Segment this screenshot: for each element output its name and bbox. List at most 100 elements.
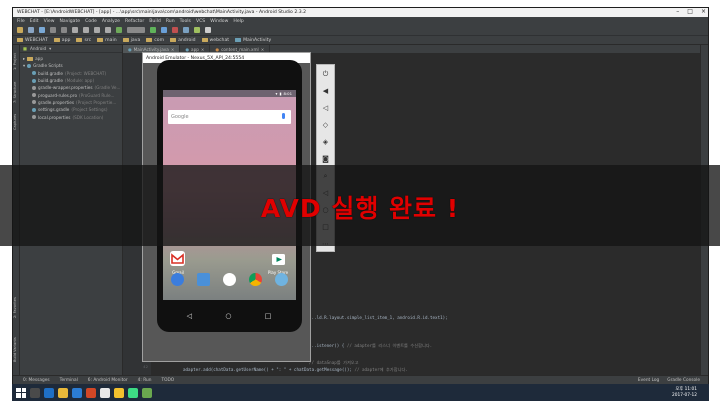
- save-icon[interactable]: [28, 27, 34, 33]
- tree-item[interactable]: build.gradle (Project: WEBCHAT): [20, 70, 122, 77]
- class-icon: ●: [128, 46, 132, 52]
- favorites-tool-tab[interactable]: 2: Favorites: [13, 295, 20, 321]
- gradle-console-tool-tab[interactable]: Gradle Console: [667, 378, 700, 383]
- project-view-selector[interactable]: ■ Android ▾: [20, 45, 122, 53]
- menu-edit[interactable]: Edit: [30, 19, 39, 24]
- gmail-app-icon[interactable]: [170, 251, 185, 266]
- xml-icon: ●: [215, 46, 220, 52]
- rotate-right-icon[interactable]: ◈: [320, 137, 331, 147]
- windows-start-icon[interactable]: [16, 387, 26, 398]
- cut-icon[interactable]: [72, 27, 78, 33]
- tree-item[interactable]: proguard-rules.pro (ProGuard Rule...: [20, 91, 122, 98]
- breadcrumb-item[interactable]: app: [53, 38, 70, 43]
- explorer-icon[interactable]: [58, 387, 68, 398]
- messages-app-icon[interactable]: [197, 272, 210, 286]
- build-variants-tool-tab[interactable]: Build Variants: [13, 335, 20, 365]
- help-icon[interactable]: [205, 27, 211, 33]
- minimize-icon[interactable]: –: [676, 8, 679, 15]
- tree-item[interactable]: ▾ Gradle Scripts: [20, 62, 122, 69]
- run-tool-tab[interactable]: 4: Run: [138, 378, 152, 383]
- recents-nav-icon[interactable]: □: [265, 312, 272, 320]
- menu-navigate[interactable]: Navigate: [60, 19, 81, 24]
- app-drawer-icon[interactable]: [223, 272, 236, 286]
- run-icon[interactable]: [150, 27, 156, 33]
- undo-icon[interactable]: [50, 27, 56, 33]
- breadcrumb-item[interactable]: MainActivity: [235, 38, 271, 43]
- menu-file[interactable]: File: [17, 19, 25, 24]
- android-studio-taskbar-icon[interactable]: [128, 387, 138, 398]
- search-icon[interactable]: [30, 387, 40, 398]
- event-log-tool-tab[interactable]: Event Log: [638, 378, 659, 383]
- google-search-bar[interactable]: Google: [168, 110, 291, 124]
- menu-vcs[interactable]: VCS: [196, 19, 205, 24]
- power-icon[interactable]: ⏻: [320, 69, 331, 79]
- system-tray-clock[interactable]: 오후 11:01 2017-07-12: [672, 387, 709, 399]
- menu-refactor[interactable]: Refactor: [125, 19, 144, 24]
- menu-tools[interactable]: Tools: [180, 19, 191, 24]
- play-store-app-icon[interactable]: [271, 251, 286, 266]
- breadcrumb-item[interactable]: com: [146, 38, 164, 43]
- todo-tool-tab[interactable]: TODO: [161, 378, 174, 383]
- close-tab-icon[interactable]: ×: [261, 47, 265, 52]
- camera-icon[interactable]: ◙: [320, 154, 331, 164]
- redo-icon[interactable]: [61, 27, 67, 33]
- home-nav-icon[interactable]: ○: [225, 312, 231, 320]
- gradle-icon: [27, 63, 32, 68]
- breadcrumb-item[interactable]: WEBCHAT: [17, 38, 48, 43]
- tree-item[interactable]: ▸ app: [20, 55, 122, 62]
- breadcrumb-item[interactable]: src: [76, 38, 91, 43]
- volume-up-icon[interactable]: ◀: [320, 86, 331, 96]
- tree-item[interactable]: build.gradle (Module: app): [20, 77, 122, 84]
- menu-analyze[interactable]: Analyze: [102, 19, 120, 24]
- debug-icon[interactable]: [161, 27, 167, 33]
- structure-tool-tab[interactable]: 7: Structure: [13, 79, 20, 105]
- close-tab-icon[interactable]: ×: [171, 47, 175, 52]
- android-monitor-tool-tab[interactable]: 6: Android Monitor: [88, 378, 128, 383]
- notepad-icon[interactable]: [100, 387, 110, 398]
- maximize-icon[interactable]: □: [687, 8, 693, 15]
- close-tab-icon[interactable]: ×: [201, 47, 205, 52]
- back-nav-icon[interactable]: ◁: [187, 312, 192, 320]
- tree-item[interactable]: settings.gradle (Project Settings): [20, 106, 122, 113]
- emulator-taskbar-icon[interactable]: [142, 387, 152, 398]
- messages-tool-tab[interactable]: 0: Messages: [23, 378, 50, 383]
- menu-code[interactable]: Code: [85, 19, 97, 24]
- terminal-tool-tab[interactable]: Terminal: [60, 378, 78, 383]
- sdk-manager-icon[interactable]: [183, 27, 189, 33]
- menu-view[interactable]: View: [44, 19, 55, 24]
- copy-icon[interactable]: [83, 27, 89, 33]
- camera-app-icon[interactable]: [275, 272, 288, 286]
- mic-icon[interactable]: [282, 113, 285, 119]
- volume-down-icon[interactable]: ◁: [320, 103, 331, 113]
- folder-app-icon[interactable]: [114, 387, 124, 398]
- tree-item[interactable]: gradle-wrapper.properties (Gradle Ve...: [20, 84, 122, 91]
- chrome-icon[interactable]: [86, 387, 96, 398]
- edge-icon[interactable]: [44, 387, 54, 398]
- stop-icon[interactable]: [172, 27, 178, 33]
- captures-tool-tab[interactable]: Captures: [13, 111, 20, 133]
- phone-app-icon[interactable]: [171, 272, 184, 286]
- sync-icon[interactable]: [39, 27, 45, 33]
- breadcrumb-item[interactable]: main: [97, 38, 117, 43]
- menu-build[interactable]: Build: [149, 19, 161, 24]
- close-icon[interactable]: ×: [701, 8, 706, 15]
- tree-item[interactable]: local.properties (SDK Location): [20, 113, 122, 120]
- breadcrumb-item[interactable]: java: [122, 38, 140, 43]
- breadcrumb-item[interactable]: android: [170, 38, 196, 43]
- paste-icon[interactable]: [94, 27, 100, 33]
- make-icon[interactable]: [116, 27, 122, 33]
- breadcrumb-item[interactable]: webchat: [201, 38, 229, 43]
- store-icon[interactable]: [72, 387, 82, 398]
- find-icon[interactable]: [105, 27, 111, 33]
- home-dock: [168, 272, 291, 286]
- menu-help[interactable]: Help: [233, 19, 243, 24]
- menu-run[interactable]: Run: [166, 19, 175, 24]
- menu-window[interactable]: Window: [210, 19, 228, 24]
- rotate-left-icon[interactable]: ◇: [320, 120, 331, 130]
- tree-item[interactable]: gradle.properties (Project Propertie...: [20, 99, 122, 106]
- project-tool-tab[interactable]: 1: Project: [13, 51, 20, 73]
- chrome-app-icon[interactable]: [249, 272, 262, 286]
- run-config-select[interactable]: [127, 27, 145, 33]
- avd-manager-icon[interactable]: [194, 27, 200, 33]
- open-icon[interactable]: [17, 27, 23, 33]
